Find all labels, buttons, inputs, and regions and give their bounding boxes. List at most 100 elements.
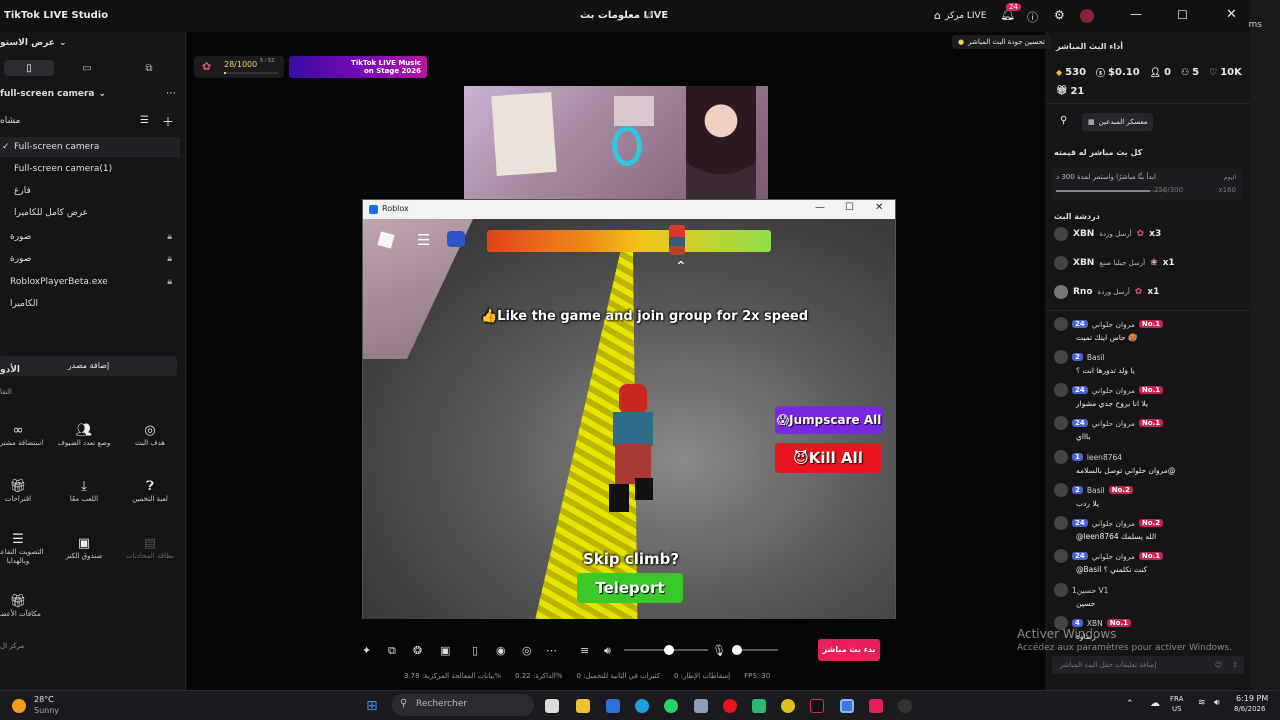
minimize-button[interactable]: — — [1130, 7, 1142, 21]
chat-username[interactable]: مروان حلواني — [1092, 552, 1135, 561]
chat-username[interactable]: مروان حلواني — [1092, 320, 1135, 329]
chat-username[interactable]: مروان حلواني — [1092, 419, 1135, 428]
live-goal-tool[interactable]: ◎ هدف البث — [118, 406, 182, 468]
poll-tool[interactable]: ☰التصويت التفاعلي وبالهدايا — [0, 519, 50, 581]
avatar[interactable] — [1054, 383, 1068, 397]
send-icon[interactable]: ⇧ — [1232, 656, 1238, 674]
chat-card-tool[interactable]: ▤ بطاقة المحادثات — [118, 519, 182, 581]
weather-text[interactable]: Sunny — [34, 706, 59, 715]
mic-slider-thumb[interactable] — [732, 645, 742, 655]
mic-muted-icon[interactable]: 🎙︎ — [712, 644, 726, 657]
dropdown-item[interactable]: Full-screen camera(1) — [0, 159, 180, 179]
folder-icon[interactable] — [694, 699, 708, 713]
music-on-stage-banner[interactable]: TikTok LIVE Music on Stage 2026 — [289, 56, 427, 78]
settings-icon[interactable]: ⚙ — [1054, 8, 1065, 22]
guess-game-tool[interactable]: ❓︎ لعبة التخمين — [118, 462, 182, 524]
hamburger-icon[interactable]: ☰ — [417, 231, 430, 249]
chat-username[interactable]: leen8764 — [1087, 453, 1122, 462]
whatsapp-icon[interactable] — [664, 699, 678, 713]
clock-date[interactable]: 8/6/2026 — [1234, 705, 1265, 713]
dropdown-item[interactable]: ✓ Full-screen camera — [0, 137, 180, 157]
avatar[interactable] — [1080, 9, 1094, 23]
scene-select[interactable]: full-screen camera ⌄ — [0, 89, 182, 99]
volume-slider-thumb[interactable] — [664, 645, 674, 655]
landscape-layout-button[interactable]: ▭ — [62, 60, 112, 76]
avatar[interactable] — [1054, 350, 1068, 364]
windows-start-icon[interactable]: ⊞ — [366, 698, 378, 714]
share-icon[interactable]: ⇗ — [644, 9, 653, 22]
suggestions-tool[interactable]: 🎁︎ اقتراحات — [0, 462, 50, 524]
dropdown-item[interactable]: عرض كامل للكاميرا — [0, 203, 180, 223]
tiktok-live-icon[interactable] — [869, 699, 883, 713]
dropdown-item[interactable]: فارغ — [0, 181, 180, 201]
avatar[interactable] — [1054, 416, 1068, 430]
camera-icon[interactable]: ◎ — [522, 644, 532, 657]
help-icon[interactable]: ⓘ — [1027, 9, 1038, 25]
source-item[interactable]: صورة 🔒︎ — [0, 232, 182, 242]
avatar[interactable] — [1054, 549, 1068, 563]
opera-icon[interactable] — [723, 699, 737, 713]
go-live-button[interactable]: بدء بث مباشر — [818, 639, 880, 661]
clock-time[interactable]: 6:19 PM — [1236, 694, 1268, 703]
creator-camp-button[interactable]: ▦ معسكر المبدعين — [1082, 113, 1154, 131]
screen-icon[interactable]: ▣ — [440, 644, 450, 657]
more-icon[interactable]: ⋯ — [546, 644, 557, 657]
store-icon[interactable] — [606, 699, 620, 713]
chat-username[interactable]: Basil — [1087, 353, 1105, 362]
layers-icon[interactable]: ⧉ — [388, 644, 396, 658]
portrait-layout-button[interactable]: ▯ — [4, 60, 54, 76]
tray-chevron-icon[interactable]: ⌃ — [1126, 699, 1134, 709]
roblox-window[interactable]: Roblox — ☐ ✕ ☰ ⌃ 👍Like the game and join… — [362, 199, 896, 619]
co-host-tool[interactable]: ∞استضافة مشتركة — [0, 406, 50, 468]
quality-tip[interactable]: ● تحسين جودة البث المباشر — [952, 35, 1051, 49]
emoji-icon[interactable]: ☺ — [1215, 656, 1222, 674]
chat-username[interactable]: Basil — [1087, 486, 1105, 495]
task-card[interactable]: ابدأ بثًا مباشرًا واستمر لمدة 300 د اليو… — [1052, 168, 1242, 200]
view-dropdown[interactable]: عرض الاستو ⌄ — [0, 38, 182, 48]
live-center-button[interactable]: ⌂ مركز LIVE — [934, 9, 986, 22]
more-icon[interactable]: ⋯ — [166, 88, 176, 99]
dual-layout-button[interactable]: ⧉ — [124, 60, 174, 76]
chat-username[interactable]: مروان حلواني — [1092, 386, 1135, 395]
jumpscare-all-button[interactable]: 😱Jumpscare All — [775, 406, 883, 434]
chat-input[interactable]: إضافة تعليقات حقل البث المباشر ☺ ⇧ — [1052, 656, 1244, 674]
tiktok-icon[interactable] — [810, 699, 824, 713]
sliders-icon[interactable]: ≡ — [580, 644, 589, 657]
avatar[interactable] — [1054, 450, 1068, 464]
stream-info-button[interactable]: معلومات بث LIVE — [580, 10, 668, 21]
phone-icon[interactable]: ▯ — [472, 644, 478, 657]
multi-guest-tool[interactable]: 👥︎ وضع تعدد الضيوف — [52, 406, 116, 468]
file-explorer-icon[interactable] — [576, 699, 590, 713]
effects-icon[interactable]: ❂ — [413, 644, 422, 657]
play-together-tool[interactable]: ⤓ اللعب معًا — [52, 462, 116, 524]
volume-slider[interactable] — [624, 645, 708, 655]
member-rewards-tool[interactable]: 🎁︎مكافآت الأعضاء — [0, 577, 50, 639]
taskbar-search-input[interactable]: ⚲ Rechercher — [392, 694, 534, 716]
notifications-icon[interactable]: 🔔︎ 24 — [1000, 3, 1021, 21]
source-item[interactable]: الكاميرا — [0, 299, 182, 309]
roblox-minimize-button[interactable]: — — [815, 202, 825, 213]
maximize-button[interactable]: ☐ — [1177, 8, 1188, 22]
chat-toggle-icon[interactable] — [447, 231, 465, 247]
teleport-button[interactable]: Teleport — [577, 573, 683, 603]
mic-slider[interactable] — [732, 645, 778, 655]
game-view[interactable]: ☰ ⌃ 👍Like the game and join group for 2x… — [363, 219, 895, 619]
source-item[interactable]: صورة 🔒︎ — [0, 254, 182, 264]
record-icon[interactable]: ◉ — [496, 644, 506, 657]
list-icon[interactable]: ☰ — [140, 115, 149, 126]
avatar[interactable] — [1054, 483, 1068, 497]
magic-wand-icon[interactable]: ✦ — [362, 644, 371, 657]
roblox-taskbar-icon[interactable] — [840, 699, 854, 713]
game-icon[interactable] — [898, 699, 912, 713]
avatar[interactable] — [1054, 583, 1068, 597]
speaker-icon[interactable]: 🔊︎ — [604, 644, 611, 658]
chrome-icon[interactable] — [781, 699, 795, 713]
cloud-icon[interactable]: ☁ — [1150, 698, 1160, 709]
close-button[interactable]: ✕ — [1226, 7, 1237, 22]
chat-username[interactable]: حسين1 V1 — [1072, 586, 1108, 595]
edge-icon[interactable] — [635, 699, 649, 713]
wifi-icon[interactable]: ≋ — [1198, 698, 1206, 708]
avatar[interactable] — [1054, 317, 1068, 331]
lock-icon[interactable]: 🔒︎ — [167, 254, 172, 264]
kill-all-button[interactable]: 😈Kill All — [775, 443, 881, 473]
